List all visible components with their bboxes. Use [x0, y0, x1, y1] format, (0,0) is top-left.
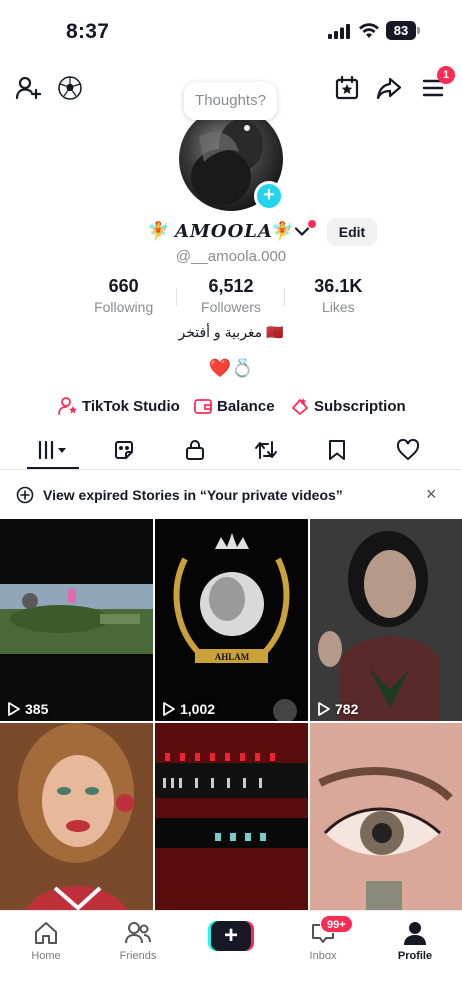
repost-icon: [255, 441, 277, 459]
tab-reposts[interactable]: [236, 430, 296, 470]
video-thumbnail[interactable]: [0, 723, 153, 925]
cellular-signal-icon: [328, 24, 350, 39]
create-button[interactable]: +: [208, 921, 254, 951]
stat-followers[interactable]: 6,512 Followers: [177, 276, 285, 320]
video-thumbnail[interactable]: 385: [0, 519, 153, 721]
stories-banner[interactable]: View expired Stories in “Your private vi…: [0, 478, 462, 512]
bookmark-icon: [329, 440, 345, 460]
nav-profile[interactable]: Profile: [385, 919, 445, 962]
add-story-button[interactable]: +: [254, 181, 284, 211]
view-count: 782: [318, 701, 358, 717]
tiktok-studio-link[interactable]: TikTok Studio: [58, 394, 180, 418]
stickers-icon: [115, 441, 133, 459]
share-icon[interactable]: [375, 74, 403, 102]
person-star-icon: [58, 396, 78, 416]
fairy-icon: 🧚: [147, 221, 170, 241]
video-grid: 385 AHLAM 1,002 782: [0, 519, 462, 925]
wifi-icon: [359, 23, 379, 38]
heart-icon: [396, 439, 420, 461]
bottom-nav: Home Friends + Inbox 99+ Profile: [0, 910, 462, 1000]
view-count: 1,002: [163, 701, 215, 717]
profile-links: TikTok Studio Balance Subscription: [0, 394, 462, 418]
balance-link[interactable]: Balance: [193, 394, 275, 418]
bio-line: مغربية و أفتخر 🇲🇦: [178, 324, 284, 340]
tab-stickers[interactable]: [94, 430, 154, 470]
plus-icon: +: [211, 921, 251, 951]
banner-text: View expired Stories in “Your private vi…: [43, 487, 343, 503]
content-tabs: [0, 430, 462, 470]
play-icon: [8, 702, 20, 716]
subscription-link[interactable]: Subscription: [290, 394, 406, 418]
battery-icon: 83: [386, 21, 420, 40]
videos-grid-icon: [38, 440, 66, 460]
friends-icon: [125, 922, 151, 944]
stat-following[interactable]: 660 Following: [70, 276, 178, 320]
stat-likes[interactable]: 36.1K Likes: [285, 276, 392, 320]
add-friend-icon[interactable]: [14, 74, 42, 102]
menu-notification-badge: 1: [437, 66, 455, 84]
nav-home[interactable]: Home: [16, 919, 76, 962]
subscription-icon: [290, 396, 310, 416]
nav-friends[interactable]: Friends: [108, 919, 168, 962]
home-icon: [35, 922, 57, 944]
lock-icon: [186, 440, 204, 460]
profile-icon: [404, 922, 426, 945]
active-tab-indicator: [27, 467, 79, 469]
username: @__amoola.000: [175, 248, 287, 265]
edit-profile-button[interactable]: Edit: [327, 218, 377, 246]
status-time: 8:37: [66, 20, 110, 43]
close-icon[interactable]: ×: [426, 484, 437, 505]
fairy-icon: 🧚: [271, 221, 294, 241]
profile-stats: 660 Following 6,512 Followers 36.1K Like…: [70, 276, 392, 320]
video-thumbnail[interactable]: [310, 723, 462, 925]
calendar-star-icon[interactable]: [333, 74, 361, 102]
chevron-down-icon[interactable]: [295, 227, 309, 237]
name-row: 🧚 AMOOLA 🧚 Edit: [0, 218, 462, 248]
wallet-icon: [193, 396, 213, 416]
add-story-icon: [16, 486, 34, 504]
thoughts-bubble[interactable]: Thoughts?: [184, 82, 277, 120]
tab-private[interactable]: [165, 430, 225, 470]
video-thumbnail[interactable]: AHLAM 1,002: [155, 519, 308, 721]
status-bar: 8:37 83: [0, 0, 462, 60]
video-thumbnail[interactable]: [155, 723, 308, 925]
bio-emojis: ❤️💍: [208, 358, 254, 378]
view-count: 385: [8, 701, 48, 717]
notification-dot: [308, 220, 316, 228]
tab-liked[interactable]: [378, 430, 438, 470]
svg-text:AHLAM: AHLAM: [215, 652, 250, 662]
tab-videos[interactable]: [23, 430, 83, 470]
soccer-ball-icon[interactable]: [56, 74, 84, 102]
inbox-badge: 99+: [320, 915, 353, 933]
play-icon: [318, 702, 330, 716]
play-icon: [163, 702, 175, 716]
video-thumbnail[interactable]: 782: [310, 519, 462, 721]
display-name: AMOOLA: [175, 221, 273, 242]
battery-level: 83: [386, 21, 416, 40]
tab-saved[interactable]: [307, 430, 367, 470]
